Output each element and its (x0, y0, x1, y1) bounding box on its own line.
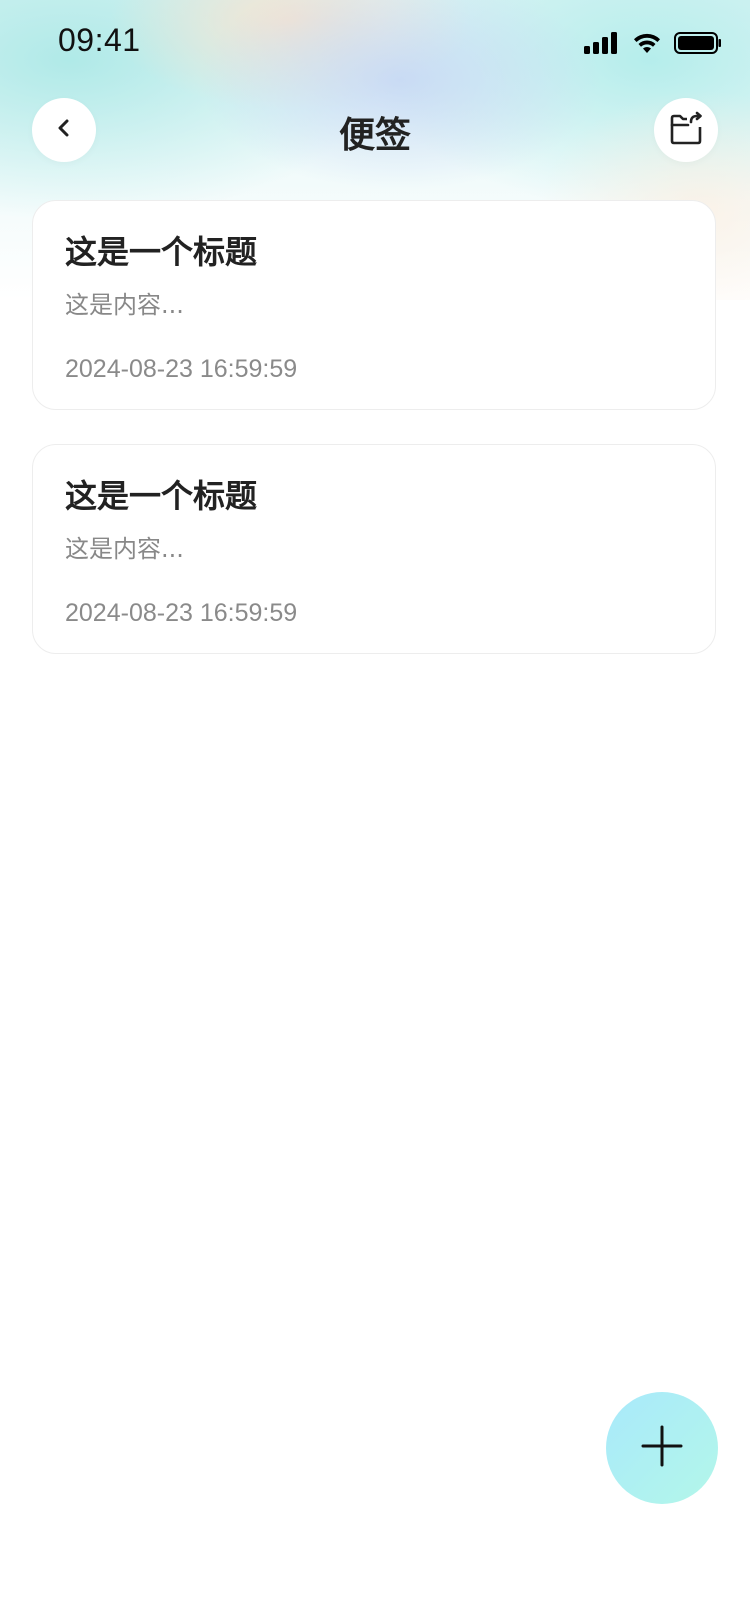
status-icons (584, 32, 722, 58)
folder-export-icon (668, 110, 704, 150)
note-content: 这是内容... (65, 291, 184, 319)
note-list: 这是一个标题 这是内容... 2024-08-23 16:59:59 这是一个标… (32, 200, 718, 688)
note-timestamp: 2024-08-23 16:59:59 (65, 355, 298, 383)
export-button[interactable] (654, 98, 718, 162)
add-note-button[interactable] (606, 1392, 718, 1504)
note-card[interactable]: 这是一个标题 这是内容... 2024-08-23 16:59:59 (32, 444, 716, 654)
note-title: 这是一个标题 (65, 477, 258, 515)
wifi-icon (632, 32, 662, 58)
battery-icon (674, 32, 722, 58)
notes-screen: 09:41 便签 这是一个标题 这是内容... 2024-08-23 16:59… (0, 0, 750, 1624)
plus-icon (640, 1424, 684, 1472)
note-timestamp: 2024-08-23 16:59:59 (65, 599, 298, 627)
note-card[interactable]: 这是一个标题 这是内容... 2024-08-23 16:59:59 (32, 200, 716, 410)
note-content: 这是内容... (65, 535, 184, 563)
status-bar: 09:41 (0, 0, 750, 88)
signal-icon (584, 32, 620, 58)
status-time: 09:41 (58, 22, 141, 58)
page-title: 便签 (338, 115, 411, 156)
navigation-bar: 便签 (0, 98, 750, 164)
note-title: 这是一个标题 (65, 233, 258, 271)
